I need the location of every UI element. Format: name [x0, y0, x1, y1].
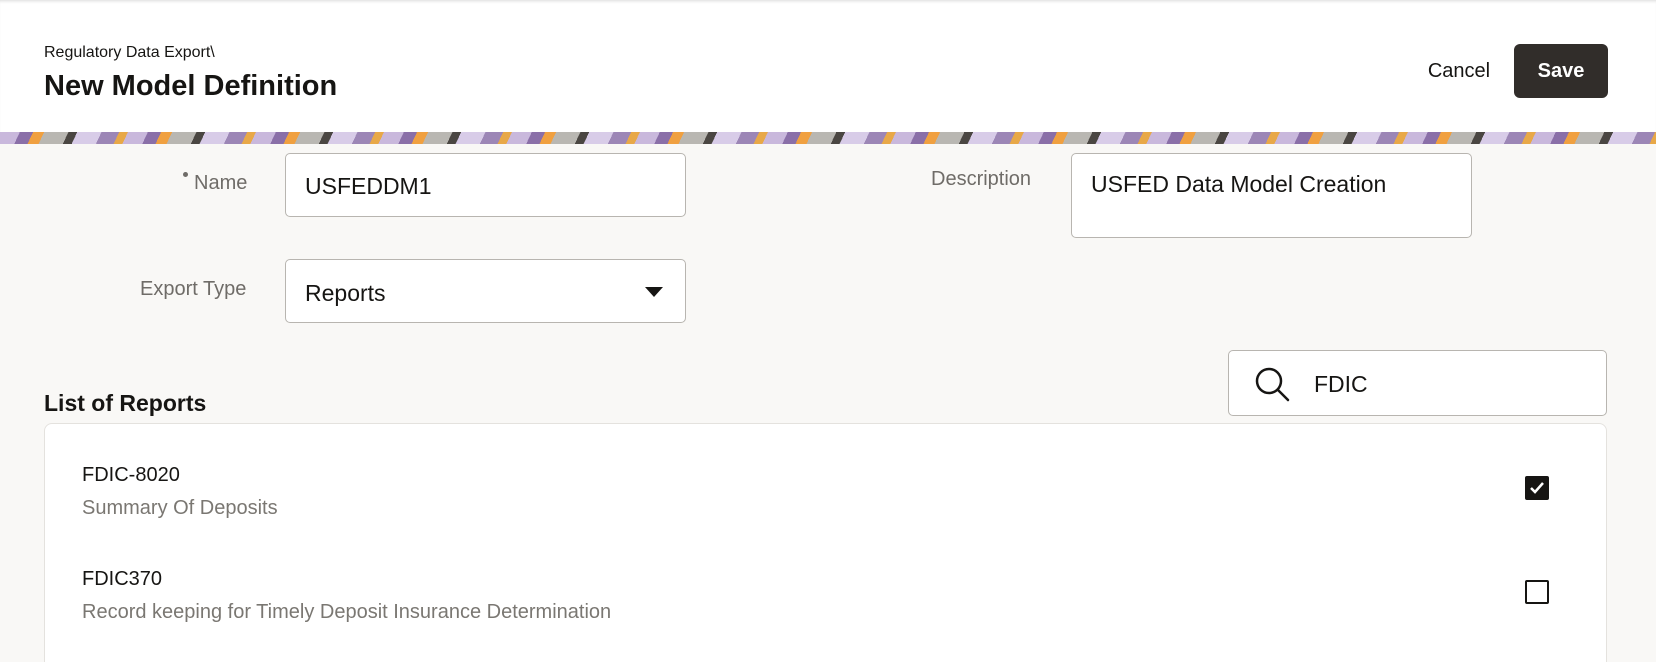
export-type-value: Reports [305, 280, 386, 306]
reports-section-title: List of Reports [44, 390, 207, 416]
export-type-select[interactable]: Reports [285, 259, 686, 323]
report-description: Record keeping for Timely Deposit Insura… [82, 601, 612, 623]
description-field[interactable]: USFED Data Model Creation [1071, 153, 1472, 238]
search-input[interactable]: FDIC [1228, 350, 1607, 416]
description-label: Description [931, 168, 1032, 190]
save-button[interactable]: Save [1514, 44, 1608, 98]
report-code: FDIC-8020 [82, 464, 180, 486]
search-input-value: FDIC [1314, 371, 1368, 397]
checkmark-icon [1530, 482, 1544, 494]
export-type-label: Export Type [140, 278, 247, 300]
name-field[interactable]: USFEDDM1 [285, 153, 686, 217]
list-item[interactable]: FDIC370 Record keeping for Timely Deposi… [45, 568, 1608, 662]
cancel-button[interactable]: Cancel [1404, 44, 1514, 98]
search-icon [1255, 367, 1290, 402]
report-description: Summary Of Deposits [82, 497, 278, 519]
page-title: New Model Definition [44, 70, 338, 102]
report-code: FDIC370 [82, 568, 163, 590]
list-item[interactable]: FDIC-8020 Summary Of Deposits [45, 464, 1608, 564]
breadcrumb[interactable]: Regulatory Data Export\ [44, 44, 215, 62]
report-list: FDIC-8020 Summary Of Deposits FDIC370 Re… [44, 423, 1607, 662]
description-field-value: USFED Data Model Creation [1091, 171, 1387, 197]
required-indicator [183, 172, 188, 177]
decorative-banner [0, 132, 1656, 144]
report-checkbox[interactable] [1525, 580, 1549, 604]
chevron-down-icon [645, 287, 663, 297]
page-header: Regulatory Data Export\ New Model Defini… [0, 0, 1656, 132]
report-checkbox[interactable] [1525, 476, 1549, 500]
name-label: Name [194, 172, 248, 194]
name-field-value: USFEDDM1 [305, 173, 432, 199]
